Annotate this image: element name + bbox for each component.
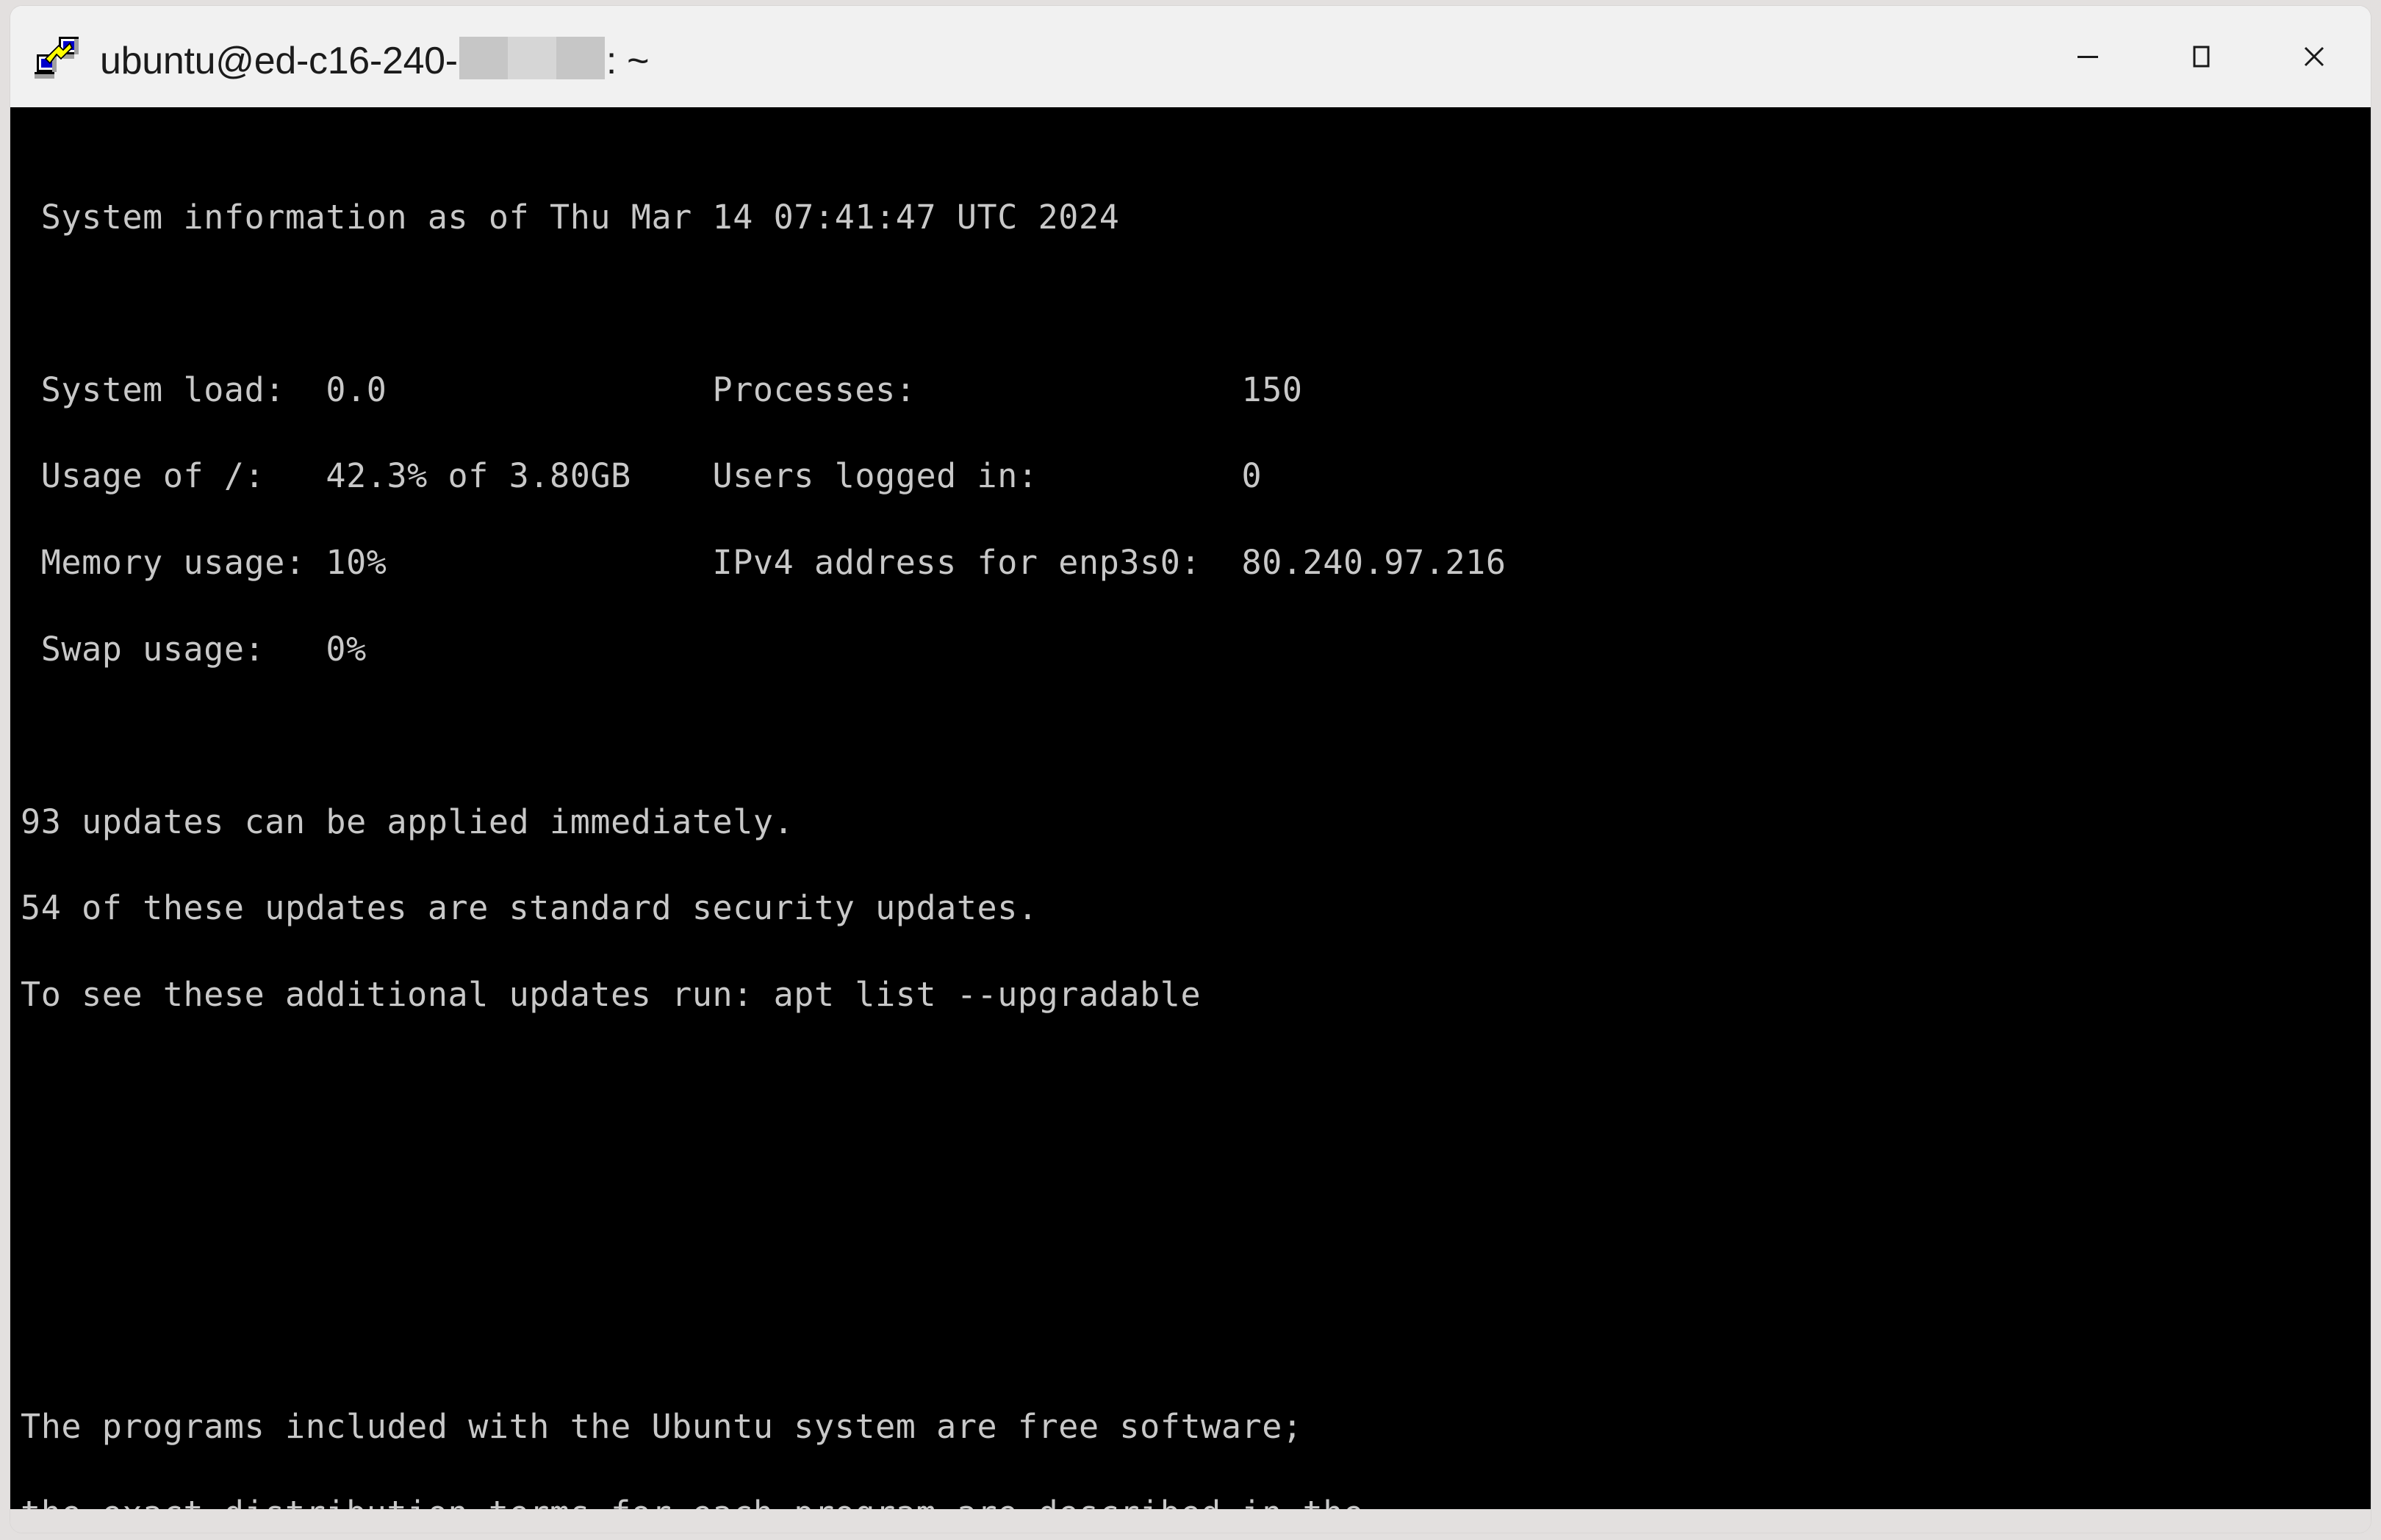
- minimize-button[interactable]: [2031, 6, 2144, 107]
- terminal-line: The programs included with the Ubuntu sy…: [21, 1406, 1303, 1446]
- terminal-line: 54 of these updates are standard securit…: [21, 888, 1038, 928]
- terminal-line: System information as of Thu Mar 14 07:4…: [21, 197, 1120, 237]
- putty-icon: [32, 32, 81, 81]
- terminal-line: Memory usage: 10% IPv4 address for enp3s…: [21, 542, 1506, 582]
- terminal-line: To see these additional updates run: apt…: [21, 974, 1202, 1014]
- window-title-prefix: ubuntu@ed-c16-240-: [100, 39, 458, 82]
- terminal-line: Swap usage: 0%: [21, 629, 367, 669]
- terminal-screen[interactable]: System information as of Thu Mar 14 07:4…: [10, 107, 2371, 1509]
- close-icon: [2296, 39, 2332, 74]
- terminal-line: System load: 0.0 Processes: 150: [21, 370, 1303, 409]
- terminal-output: System information as of Thu Mar 14 07:4…: [10, 107, 1506, 1509]
- putty-terminal-window: ubuntu@ed-c16-240- : ~ System informatio…: [10, 6, 2371, 1533]
- titlebar-left: ubuntu@ed-c16-240- : ~: [10, 6, 2031, 107]
- redaction-block-title: [459, 36, 605, 79]
- terminal-line: the exact distribution terms for each pr…: [21, 1496, 1506, 1509]
- terminal-line: 93 updates can be applied immediately.: [21, 802, 794, 841]
- maximize-icon: [2183, 39, 2219, 74]
- window-controls: [2031, 6, 2371, 107]
- window-bottom-frame: [10, 1509, 2371, 1533]
- maximize-button[interactable]: [2144, 6, 2258, 107]
- window-titlebar[interactable]: ubuntu@ed-c16-240- : ~: [10, 6, 2371, 107]
- minimize-icon: [2070, 39, 2105, 74]
- window-title-suffix: : ~: [606, 39, 650, 82]
- terminal-line: Usage of /: 42.3% of 3.80GB Users logged…: [21, 456, 1263, 496]
- window-title: ubuntu@ed-c16-240- : ~: [100, 31, 650, 83]
- close-button[interactable]: [2258, 6, 2371, 107]
